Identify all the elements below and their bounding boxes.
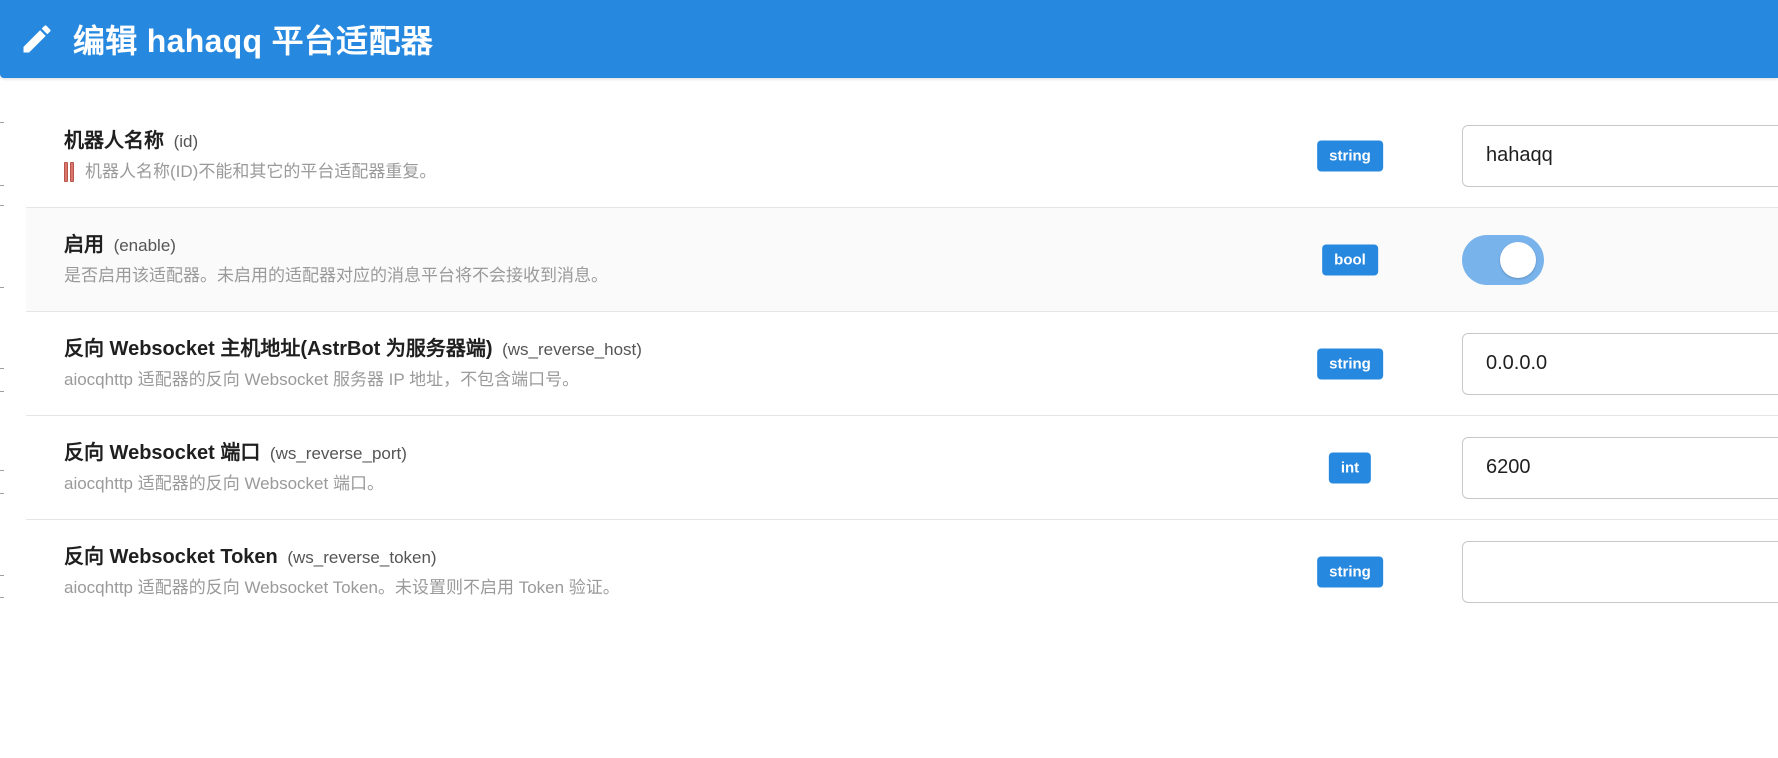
ws-reverse-port-input[interactable]: [1463, 437, 1778, 498]
config-row-text: 反向 Websocket 端口 (ws_reverse_port) aiocqh…: [64, 440, 407, 495]
field-name: 反向 Websocket 主机地址(AstrBot 为服务器端): [64, 338, 493, 360]
config-row-text: 反向 Websocket 主机地址(AstrBot 为服务器端) (ws_rev…: [64, 336, 642, 391]
field-description: aiocqhttp 适配器的反向 Websocket Token。未设置则不启用…: [64, 577, 620, 599]
id-input[interactable]: [1463, 125, 1778, 186]
config-row-text: 机器人名称 (id) 机器人名称(ID)不能和其它的平台适配器重复。: [64, 128, 436, 183]
type-badge: string: [1317, 140, 1383, 171]
field-name: 反向 Websocket Token: [64, 546, 278, 568]
field-name: 反向 Websocket 端口: [64, 442, 261, 464]
dialog-header: 编辑 hahaqq 平台适配器: [0, 0, 1778, 78]
type-badge: string: [1317, 556, 1383, 587]
type-badge: bool: [1322, 244, 1378, 275]
field-description: 是否启用该适配器。未启用的适配器对应的消息平台将不会接收到消息。: [64, 265, 608, 287]
field-description: aiocqhttp 适配器的反向 Websocket 端口。: [64, 473, 407, 495]
id-input-wrapper: [1462, 124, 1778, 187]
field-key: (enable): [113, 236, 176, 255]
config-row-ws-reverse-host: 反向 Websocket 主机地址(AstrBot 为服务器端) (ws_rev…: [26, 312, 1778, 416]
field-key: (ws_reverse_token): [287, 548, 437, 567]
warning-icon: [64, 162, 75, 182]
ws-reverse-port-input-wrapper: [1462, 436, 1778, 499]
enable-toggle[interactable]: [1462, 234, 1544, 285]
field-label: 反向 Websocket 主机地址(AstrBot 为服务器端) (ws_rev…: [64, 336, 642, 363]
pencil-icon: [17, 19, 57, 59]
field-name: 启用: [64, 234, 104, 256]
ws-reverse-host-input[interactable]: [1463, 333, 1778, 394]
field-label: 反向 Websocket Token (ws_reverse_token): [64, 544, 620, 571]
field-label: 机器人名称 (id): [64, 128, 436, 155]
ws-reverse-host-input-wrapper: [1462, 332, 1778, 395]
field-description-text: aiocqhttp 适配器的反向 Websocket 端口。: [64, 474, 384, 493]
scroll-indicator: [0, 100, 6, 620]
ws-reverse-token-input[interactable]: [1463, 541, 1778, 602]
config-row-ws-reverse-port: 反向 Websocket 端口 (ws_reverse_port) aiocqh…: [26, 416, 1778, 520]
field-description-text: aiocqhttp 适配器的反向 Websocket Token。未设置则不启用…: [64, 578, 620, 597]
dialog-title: 编辑 hahaqq 平台适配器: [73, 23, 434, 59]
config-row-ws-reverse-token: 反向 Websocket Token (ws_reverse_token) ai…: [26, 520, 1778, 623]
field-name: 机器人名称: [64, 130, 164, 152]
field-description-text: 是否启用该适配器。未启用的适配器对应的消息平台将不会接收到消息。: [64, 266, 608, 285]
field-label: 启用 (enable): [64, 232, 608, 259]
toggle-knob: [1500, 241, 1536, 278]
config-row-text: 反向 Websocket Token (ws_reverse_token) ai…: [64, 544, 620, 599]
field-key: (id): [173, 132, 199, 151]
type-badge: int: [1328, 452, 1372, 483]
config-row-id: 机器人名称 (id) 机器人名称(ID)不能和其它的平台适配器重复。 strin…: [26, 104, 1778, 208]
field-description: 机器人名称(ID)不能和其它的平台适配器重复。: [64, 161, 436, 183]
field-key: (ws_reverse_host): [502, 340, 642, 359]
field-description-text: aiocqhttp 适配器的反向 Websocket 服务器 IP 地址，不包含…: [64, 370, 580, 389]
config-row-text: 启用 (enable) 是否启用该适配器。未启用的适配器对应的消息平台将不会接收…: [64, 232, 608, 287]
field-description-text: 机器人名称(ID)不能和其它的平台适配器重复。: [85, 162, 437, 181]
config-row-enable: 启用 (enable) 是否启用该适配器。未启用的适配器对应的消息平台将不会接收…: [26, 208, 1778, 312]
field-description: aiocqhttp 适配器的反向 Websocket 服务器 IP 地址，不包含…: [64, 369, 642, 391]
type-badge: string: [1317, 348, 1383, 379]
field-key: (ws_reverse_port): [269, 444, 407, 463]
config-form: 机器人名称 (id) 机器人名称(ID)不能和其它的平台适配器重复。 strin…: [26, 104, 1778, 623]
ws-reverse-token-input-wrapper: [1462, 540, 1778, 603]
field-label: 反向 Websocket 端口 (ws_reverse_port): [64, 440, 407, 467]
